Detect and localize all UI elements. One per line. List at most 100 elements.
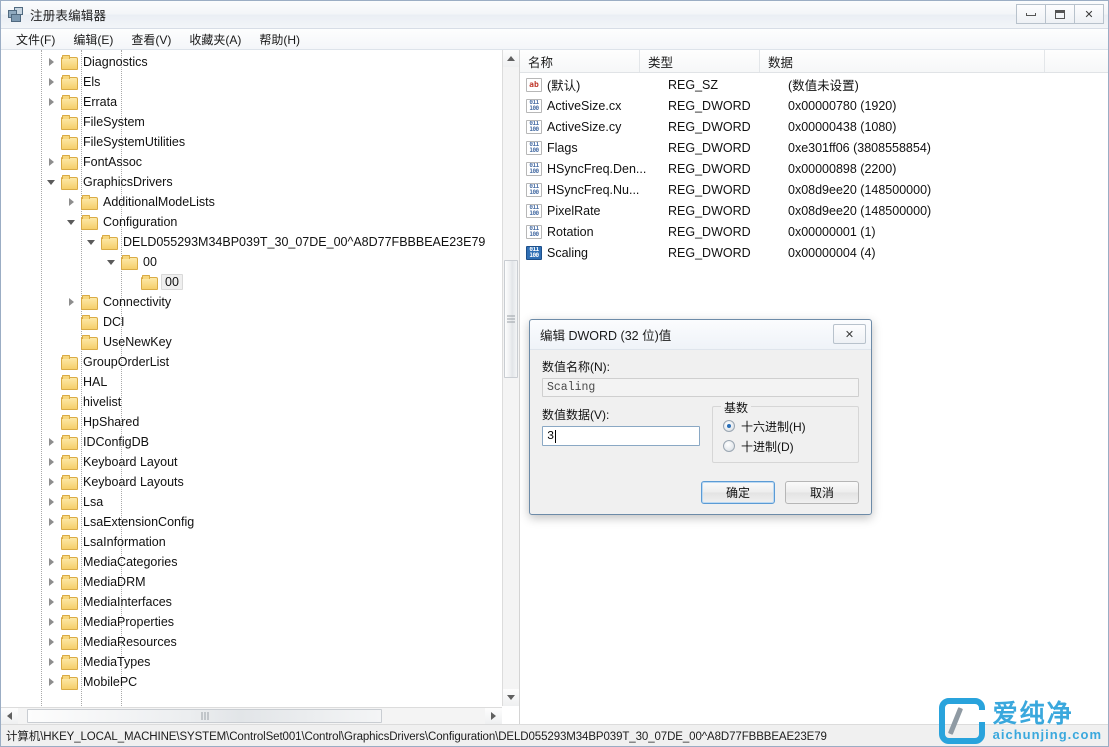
tree-node[interactable]: Connectivity xyxy=(1,292,501,312)
tree-node[interactable]: DELD055293M34BP039T_30_07DE_00^A8D77FBBB… xyxy=(1,232,501,252)
folder-icon xyxy=(61,475,77,489)
tree-leaf-spacer xyxy=(47,397,58,408)
dialog-close-button[interactable]: ✕ xyxy=(833,324,866,344)
maximize-button[interactable] xyxy=(1045,4,1075,24)
chevron-right-icon[interactable] xyxy=(67,197,78,208)
tree-node[interactable]: UseNewKey xyxy=(1,332,501,352)
chevron-right-icon[interactable] xyxy=(47,577,58,588)
menu-file[interactable]: 文件(F) xyxy=(7,29,64,50)
chevron-right-icon[interactable] xyxy=(47,637,58,648)
chevron-down-icon[interactable] xyxy=(107,257,118,268)
tree-node[interactable]: FileSystemUtilities xyxy=(1,132,501,152)
chevron-right-icon[interactable] xyxy=(47,97,58,108)
tree-node[interactable]: MediaResources xyxy=(1,632,501,652)
chevron-right-icon[interactable] xyxy=(47,677,58,688)
close-button[interactable]: ✕ xyxy=(1074,4,1104,24)
chevron-right-icon[interactable] xyxy=(47,597,58,608)
table-row[interactable]: 011100ActiveSize.cxREG_DWORD0x00000780 (… xyxy=(520,95,1108,116)
chevron-right-icon[interactable] xyxy=(47,57,58,68)
column-header-name[interactable]: 名称 xyxy=(520,50,640,72)
minimize-button[interactable] xyxy=(1016,4,1046,24)
chevron-down-icon[interactable] xyxy=(87,237,98,248)
value-data-field[interactable]: 3 xyxy=(542,426,700,446)
tree-node[interactable]: Configuration xyxy=(1,212,501,232)
table-row[interactable]: 011100RotationREG_DWORD0x00000001 (1) xyxy=(520,221,1108,242)
column-header-type[interactable]: 类型 xyxy=(640,50,760,72)
tree-node[interactable]: Keyboard Layouts xyxy=(1,472,501,492)
tree-node[interactable]: Errata xyxy=(1,92,501,112)
tree-node[interactable]: MediaCategories xyxy=(1,552,501,572)
value-data-cell: (数值未设置) xyxy=(782,75,1108,94)
chevron-right-icon[interactable] xyxy=(47,497,58,508)
value-name-cell: PixelRate xyxy=(547,204,662,218)
chevron-right-icon[interactable] xyxy=(47,477,58,488)
tree-node[interactable]: Lsa xyxy=(1,492,501,512)
tree-horizontal-scroll-thumb[interactable] xyxy=(27,709,382,723)
tree-node[interactable]: LsaExtensionConfig xyxy=(1,512,501,532)
table-row[interactable]: 011100PixelRateREG_DWORD0x08d9ee20 (1485… xyxy=(520,200,1108,221)
chevron-right-icon[interactable] xyxy=(47,77,58,88)
tree-vertical-scrollbar[interactable] xyxy=(502,50,519,706)
tree-node[interactable]: hivelist xyxy=(1,392,501,412)
tree-node[interactable]: GroupOrderList xyxy=(1,352,501,372)
tree-node[interactable]: MediaDRM xyxy=(1,572,501,592)
tree-scroll-left-button[interactable] xyxy=(1,708,18,724)
ok-button[interactable]: 确定 xyxy=(701,481,775,504)
value-name-cell: HSyncFreq.Nu... xyxy=(547,183,662,197)
table-row[interactable]: ab(默认)REG_SZ(数值未设置) xyxy=(520,74,1108,95)
radio-hexadecimal[interactable]: 十六进制(H) xyxy=(723,416,858,436)
table-row[interactable]: 011100HSyncFreq.Nu...REG_DWORD0x08d9ee20… xyxy=(520,179,1108,200)
chevron-right-icon[interactable] xyxy=(47,457,58,468)
tree-scroll-down-button[interactable] xyxy=(503,689,519,706)
tree-horizontal-scrollbar[interactable] xyxy=(1,707,502,724)
tree-node[interactable]: IDConfigDB xyxy=(1,432,501,452)
chevron-right-icon[interactable] xyxy=(47,517,58,528)
cancel-button[interactable]: 取消 xyxy=(785,481,859,504)
chevron-right-icon[interactable] xyxy=(47,437,58,448)
radio-decimal[interactable]: 十进制(D) xyxy=(723,436,858,456)
tree-node[interactable]: 00 xyxy=(1,252,501,272)
tree-node[interactable]: LsaInformation xyxy=(1,532,501,552)
table-row[interactable]: 011100ScalingREG_DWORD0x00000004 (4) xyxy=(520,242,1108,263)
value-type-cell: REG_DWORD xyxy=(662,225,782,239)
column-header-data[interactable]: 数据 xyxy=(760,50,1045,72)
chevron-right-icon[interactable] xyxy=(47,157,58,168)
table-row[interactable]: 011100FlagsREG_DWORD0xe301ff06 (38085588… xyxy=(520,137,1108,158)
tree-node[interactable]: AdditionalModeLists xyxy=(1,192,501,212)
tree-vertical-scroll-thumb[interactable] xyxy=(504,260,518,378)
menu-help[interactable]: 帮助(H) xyxy=(250,29,309,50)
folder-icon xyxy=(81,315,97,329)
values-column-header: 名称 类型 数据 xyxy=(520,50,1108,73)
tree-node[interactable]: Els xyxy=(1,72,501,92)
chevron-down-icon[interactable] xyxy=(47,177,58,188)
tree-node[interactable]: MediaInterfaces xyxy=(1,592,501,612)
tree-node[interactable]: MediaProperties xyxy=(1,612,501,632)
tree-node[interactable]: FileSystem xyxy=(1,112,501,132)
tree-node[interactable]: MobilePC xyxy=(1,672,501,692)
tree-node[interactable]: FontAssoc xyxy=(1,152,501,172)
tree-node[interactable]: DCI xyxy=(1,312,501,332)
tree-node-label: MediaInterfaces xyxy=(81,595,174,609)
menu-view[interactable]: 查看(V) xyxy=(122,29,180,50)
chevron-right-icon[interactable] xyxy=(67,297,78,308)
table-row[interactable]: 011100ActiveSize.cyREG_DWORD0x00000438 (… xyxy=(520,116,1108,137)
menu-favorites[interactable]: 收藏夹(A) xyxy=(180,29,250,50)
tree-node[interactable]: 00 xyxy=(1,272,501,292)
value-name-field[interactable]: Scaling xyxy=(542,378,859,397)
chevron-right-icon[interactable] xyxy=(47,557,58,568)
chevron-down-icon[interactable] xyxy=(67,217,78,228)
tree-node[interactable]: Diagnostics xyxy=(1,52,501,72)
tree-node[interactable]: MediaTypes xyxy=(1,652,501,672)
tree-node[interactable]: GraphicsDrivers xyxy=(1,172,501,192)
menu-edit[interactable]: 编辑(E) xyxy=(64,29,122,50)
folder-icon xyxy=(61,375,77,389)
tree-node[interactable]: HpShared xyxy=(1,412,501,432)
chevron-right-icon[interactable] xyxy=(47,657,58,668)
table-row[interactable]: 011100HSyncFreq.Den...REG_DWORD0x0000089… xyxy=(520,158,1108,179)
value-type-cell: REG_DWORD xyxy=(662,162,782,176)
chevron-right-icon[interactable] xyxy=(47,617,58,628)
tree-scroll-up-button[interactable] xyxy=(503,50,519,67)
tree-node[interactable]: Keyboard Layout xyxy=(1,452,501,472)
tree-node[interactable]: HAL xyxy=(1,372,501,392)
tree-scroll-right-button[interactable] xyxy=(485,708,502,724)
